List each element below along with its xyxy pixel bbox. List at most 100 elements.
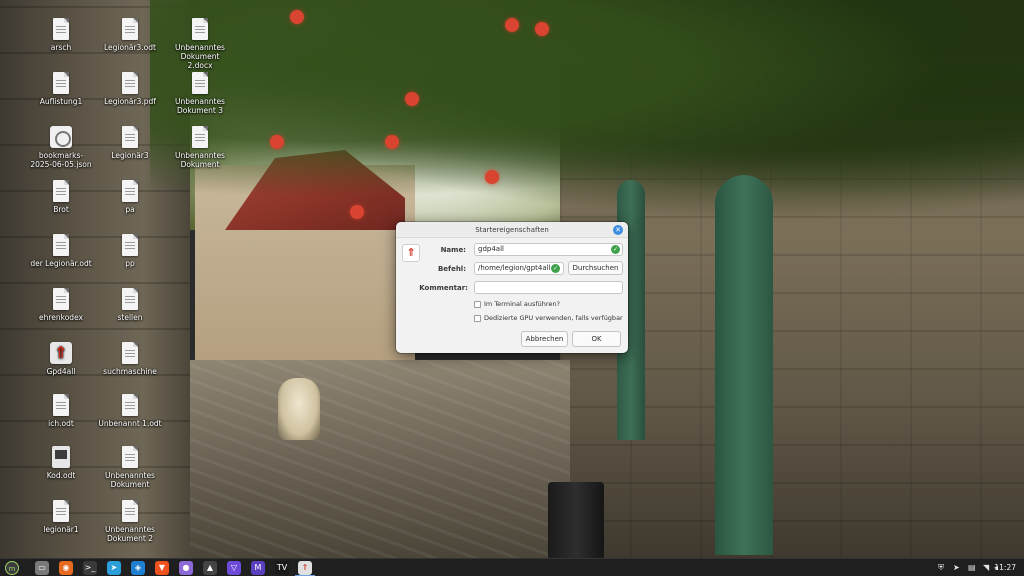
desktop-icon-label: Unbenanntes Dokument	[105, 471, 155, 489]
telegram-tray-icon[interactable]: ➤	[953, 562, 960, 574]
dedicated-gpu-checkbox[interactable]	[474, 314, 481, 322]
document-file-icon	[122, 126, 138, 148]
desktop-icon[interactable]: Legionär3.odt	[97, 18, 163, 52]
wallpaper-flower	[535, 22, 549, 36]
printer-icon[interactable]: ▤	[968, 562, 976, 574]
gpt4all-icon[interactable]: ⇑	[295, 561, 315, 576]
desktop-icon-label: Auflistung1	[39, 97, 83, 106]
telegram-icon[interactable]: ➤	[107, 561, 121, 575]
close-icon[interactable]: ✕	[613, 225, 623, 235]
mail-icon[interactable]: M	[251, 561, 265, 575]
desktop-icon[interactable]: suchmaschine	[97, 342, 163, 376]
desktop-icon[interactable]: Legionär3.pdf	[97, 72, 163, 106]
tradingview-icon[interactable]: TV	[275, 561, 289, 575]
name-label: Name:	[440, 246, 466, 254]
desktop-icon[interactable]: Unbenanntes Dokument	[97, 446, 163, 489]
clock[interactable]: 11:27	[994, 562, 1016, 574]
files-icon[interactable]: ▭	[35, 561, 49, 575]
desktop-icon[interactable]: ich.odt	[28, 394, 94, 428]
dedicated-gpu-label: Dedizierte GPU verwenden, falls verfügba…	[484, 314, 623, 322]
inkscape-icon[interactable]: ▲	[203, 561, 217, 575]
ok-button[interactable]: OK	[572, 331, 621, 347]
desktop-icon[interactable]: Unbenanntes Dokument 3	[167, 72, 233, 115]
shield-icon[interactable]: ⛨	[938, 562, 944, 574]
comment-field[interactable]	[474, 281, 623, 294]
document-file-icon	[53, 288, 69, 310]
launcher-properties-dialog: Startereigenschaften ✕ ⇑ Name: gdp4all ✓…	[396, 222, 628, 353]
run-in-terminal-row[interactable]: Im Terminal ausführen?	[474, 300, 560, 308]
desktop-icon-label: Unbenanntes Dokument 2	[105, 525, 155, 543]
desktop-icon-label: der Legionär.odt	[30, 259, 92, 268]
rocket-app-icon[interactable]: ⇑	[402, 244, 420, 262]
desktop-icon[interactable]: arsch	[28, 18, 94, 52]
browse-button[interactable]: Durchsuchen	[568, 261, 623, 275]
wallpaper-door	[715, 175, 773, 555]
wallpaper-street	[190, 360, 570, 560]
proton-vpn-icon[interactable]: ▽	[227, 561, 241, 575]
wallpaper-foliage	[150, 0, 1024, 220]
wifi-icon[interactable]: ◥	[983, 562, 989, 574]
desktop-icon[interactable]: pa	[97, 180, 163, 214]
desktop-icon-label: Brot	[53, 205, 69, 214]
document-file-icon	[122, 18, 138, 40]
desktop-icon-label: pa	[125, 205, 135, 214]
desktop-icon[interactable]: Kod.odt	[28, 446, 94, 480]
document-file-icon	[53, 500, 69, 522]
command-label: Befehl:	[437, 265, 466, 273]
desktop-icon-label: Unbenanntes Dokument 3	[175, 97, 225, 115]
desktop-icon[interactable]: ehrenkodex	[28, 288, 94, 322]
brave-icon[interactable]: ▼	[155, 561, 169, 575]
valid-check-icon: ✓	[611, 245, 620, 254]
cancel-button[interactable]: Abbrechen	[521, 331, 568, 347]
taskbar: m ▭ ◉ >_ ➤ ◈ ▼ ● ▲ ▽ M TV ⇑ ⛨ ➤ ▤ ◥ ◂ 11:27	[0, 558, 1024, 576]
desktop-icon[interactable]: ⇑ Gpd4all	[28, 342, 94, 376]
desktop-icon-label: bookmarks-2025-06-05.json	[30, 151, 92, 169]
desktop-icon[interactable]: Brot	[28, 180, 94, 214]
document-file-icon	[53, 18, 69, 40]
desktop-icon[interactable]: Auflistung1	[28, 72, 94, 106]
comment-label: Kommentar:	[419, 284, 468, 292]
desktop-icon[interactable]: Unbenannt 1.odt	[97, 394, 163, 428]
document-file-icon	[192, 18, 208, 40]
wallpaper-flower	[505, 18, 519, 32]
desktop-icon[interactable]: Unbenanntes Dokument 2	[97, 500, 163, 543]
name-field[interactable]: gdp4all	[474, 243, 623, 256]
firefox-icon[interactable]: ◉	[59, 561, 73, 575]
document-file-icon	[192, 72, 208, 94]
desktop-icon[interactable]: legionär1	[28, 500, 94, 534]
desktop-icon-label: ich.odt	[48, 419, 74, 428]
dedicated-gpu-row[interactable]: Dedizierte GPU verwenden, falls verfügba…	[474, 314, 623, 322]
desktop-icon[interactable]: stellen	[97, 288, 163, 322]
desktop-icon-label: legionär1	[43, 525, 79, 534]
name-field-value: gdp4all	[478, 245, 504, 253]
desktop-icon-label: stellen	[117, 313, 143, 322]
document-file-icon	[122, 72, 138, 94]
document-file-icon	[53, 394, 69, 416]
purple-app-icon[interactable]: ●	[179, 561, 193, 575]
run-in-terminal-checkbox[interactable]	[474, 300, 481, 308]
desktop-icon[interactable]: der Legionär.odt	[28, 234, 94, 268]
vscode-icon[interactable]: ◈	[131, 561, 145, 575]
desktop-icon-label: pp	[125, 259, 135, 268]
desktop-icon[interactable]: pp	[97, 234, 163, 268]
desktop-icon[interactable]: bookmarks-2025-06-05.json	[28, 126, 94, 169]
desktop-icon-label: Unbenanntes Dokument 2.docx	[175, 43, 225, 70]
wallpaper-scooter	[278, 378, 320, 440]
document-file-icon	[122, 500, 138, 522]
desktop-icon[interactable]: Legionär3	[97, 126, 163, 160]
desktop-icon[interactable]: Unbenanntes Dokument 2.docx	[167, 18, 233, 70]
desktop-icon-label: Unbenanntes Dokument	[175, 151, 225, 169]
wallpaper-flower	[385, 135, 399, 149]
dialog-titlebar[interactable]: Startereigenschaften ✕	[396, 222, 628, 238]
dialog-title: Startereigenschaften	[475, 226, 549, 234]
document-file-icon	[53, 180, 69, 202]
json-file-icon	[50, 126, 72, 148]
desktop-icon-label: Legionär3.odt	[104, 43, 156, 52]
terminal-icon[interactable]: >_	[83, 561, 97, 575]
document-preview-icon	[52, 446, 70, 468]
desktop-icon-label: Kod.odt	[46, 471, 76, 480]
wallpaper-flower	[485, 170, 499, 184]
desktop-icon[interactable]: Unbenanntes Dokument	[167, 126, 233, 169]
desktop-icon-label: Legionär3	[111, 151, 149, 160]
mint-menu-icon[interactable]: m	[5, 561, 19, 575]
